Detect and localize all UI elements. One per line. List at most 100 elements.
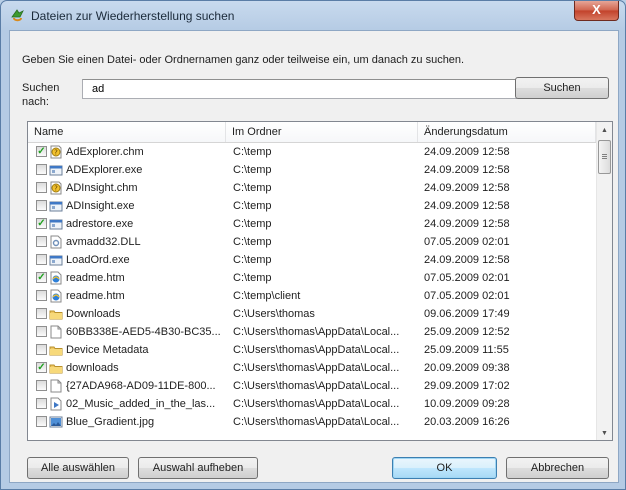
item-name: readme.htm [66,272,125,284]
item-folder: C:\Users\thomas\AppData\Local... [233,326,400,338]
ok-button[interactable]: OK [392,457,497,479]
item-checkbox[interactable] [36,236,47,247]
item-date: 24.09.2009 12:58 [424,218,510,230]
item-date: 25.09.2009 11:55 [424,344,509,356]
item-folder: C:\temp [233,254,272,266]
list-item[interactable]: LoadOrd.exe C:\temp 24.09.2009 12:58 [28,251,598,269]
dll-icon [50,235,62,249]
item-name: Downloads [66,308,121,320]
item-folder: C:\Users\thomas\AppData\Local... [233,380,400,392]
list-item[interactable]: ADExplorer.exe C:\temp 24.09.2009 12:58 [28,161,598,179]
playlist-icon [50,397,62,411]
blank-file-icon [50,379,62,393]
item-name: avmadd32.DLL [66,236,141,248]
item-checkbox[interactable] [36,344,47,355]
list-item[interactable]: ✓? AdExplorer.chm C:\temp 24.09.2009 12:58 [28,143,598,161]
item-date: 25.09.2009 12:52 [424,326,510,338]
item-name: ADExplorer.exe [66,164,143,176]
list-item[interactable]: Blue_Gradient.jpg C:\Users\thomas\AppData… [28,413,598,431]
item-name: LoadOrd.exe [66,254,130,266]
title-bar[interactable]: Dateien zur Wiederherstellung suchen X [1,1,625,29]
dialog-client-area: Geben Sie einen Datei- oder Ordnernamen … [9,30,619,483]
scrollbar-thumb[interactable] [598,140,611,174]
item-checkbox[interactable] [36,200,47,211]
item-name: 02_Music_added_in_the_las... [66,398,216,410]
item-folder: C:\Users\thomas [233,308,315,320]
item-checkbox[interactable]: ✓ [36,272,47,283]
blank-file-icon [50,325,62,339]
scroll-down-arrow-icon[interactable]: ▼ [597,425,612,440]
item-folder: C:\temp [233,236,272,248]
deselect-button[interactable]: Auswahl aufheben [138,457,258,479]
item-date: 29.09.2009 17:02 [424,380,510,392]
column-header-folder[interactable]: Im Ordner [226,122,418,142]
item-date: 09.06.2009 17:49 [424,308,510,320]
item-checkbox[interactable] [36,182,47,193]
exe-icon [49,255,63,266]
restore-dialog-window: Dateien zur Wiederherstellung suchen X G… [0,0,626,490]
cancel-button[interactable]: Abbrechen [506,457,609,479]
list-item[interactable]: ? ADInsight.chm C:\temp 24.09.2009 12:58 [28,179,598,197]
item-name: AdExplorer.chm [66,146,144,158]
item-folder: C:\temp [233,200,272,212]
list-item[interactable]: 02_Music_added_in_the_las... C:\Users\tho… [28,395,598,413]
item-date: 20.09.2009 09:38 [424,362,510,374]
item-checkbox[interactable] [36,380,47,391]
item-checkbox[interactable]: ✓ [36,218,47,229]
item-checkbox[interactable] [36,326,47,337]
item-checkbox[interactable] [36,164,47,175]
select-all-button[interactable]: Alle auswählen [27,457,129,479]
item-checkbox[interactable]: ✓ [36,146,47,157]
column-header-date[interactable]: Änderungsdatum [418,122,596,142]
list-item[interactable]: ✓ readme.htm C:\temp 07.05.2009 02:01 [28,269,598,287]
item-name: downloads [66,362,119,374]
help-file-icon: ? [50,145,62,159]
search-button[interactable]: Suchen [515,77,609,99]
item-checkbox[interactable]: ✓ [36,362,47,373]
folder-icon [49,346,63,356]
list-item[interactable]: readme.htm C:\temp\client 07.05.2009 02:01 [28,287,598,305]
item-name: Blue_Gradient.jpg [66,416,155,428]
restore-app-icon [11,9,24,22]
column-header-name[interactable]: Name [28,122,226,142]
list-item[interactable]: Device Metadata C:\Users\thomas\AppData\L… [28,341,598,359]
item-folder: C:\temp [233,218,272,230]
item-folder: C:\temp [233,182,272,194]
window-title: Dateien zur Wiederherstellung suchen [31,9,235,23]
exe-icon [49,201,63,212]
search-input[interactable] [82,79,517,99]
list-item[interactable]: ✓ adrestore.exe C:\temp 24.09.2009 12:58 [28,215,598,233]
item-date: 07.05.2009 02:01 [424,272,510,284]
list-item[interactable]: 60BB338E-AED5-4B30-BC35... C:\Users\thoma… [28,323,598,341]
folder-icon [49,364,63,374]
instruction-text: Geben Sie einen Datei- oder Ordnernamen … [22,54,465,66]
item-folder: C:\Users\thomas\AppData\Local... [233,398,400,410]
item-name: readme.htm [66,290,125,302]
item-folder: C:\Users\thomas\AppData\Local... [233,344,400,356]
item-folder: C:\temp [233,146,272,158]
list-header: Name Im Ordner Änderungsdatum [28,122,598,143]
item-checkbox[interactable] [36,308,47,319]
results-list[interactable]: Name Im Ordner Änderungsdatum ✓? AdExplor… [27,121,613,441]
list-item[interactable]: ADInsight.exe C:\temp 24.09.2009 12:58 [28,197,598,215]
item-folder: C:\temp\client [233,290,301,302]
close-button[interactable]: X [574,1,619,21]
list-item[interactable]: {27ADA968-AD09-11DE-800... C:\Users\thoma… [28,377,598,395]
item-name: adrestore.exe [66,218,134,230]
item-date: 07.05.2009 02:01 [424,290,510,302]
html-file-icon [50,271,62,285]
help-file-icon: ? [50,181,62,195]
list-item[interactable]: Downloads C:\Users\thomas 09.06.2009 17:49 [28,305,598,323]
item-date: 07.05.2009 02:01 [424,236,510,248]
list-item[interactable]: ✓ downloads C:\Users\thomas\AppData\Local.… [28,359,598,377]
item-checkbox[interactable] [36,290,47,301]
scroll-up-arrow-icon[interactable]: ▲ [597,122,612,139]
item-folder: C:\Users\thomas\AppData\Local... [233,362,400,374]
search-label: Suchen nach: [22,82,60,108]
list-item[interactable]: avmadd32.DLL C:\temp 07.05.2009 02:01 [28,233,598,251]
vertical-scrollbar[interactable]: ▲ ▼ [596,122,612,440]
item-checkbox[interactable] [36,398,47,409]
svg-text:?: ? [54,185,58,193]
item-checkbox[interactable] [36,416,47,427]
item-checkbox[interactable] [36,254,47,265]
